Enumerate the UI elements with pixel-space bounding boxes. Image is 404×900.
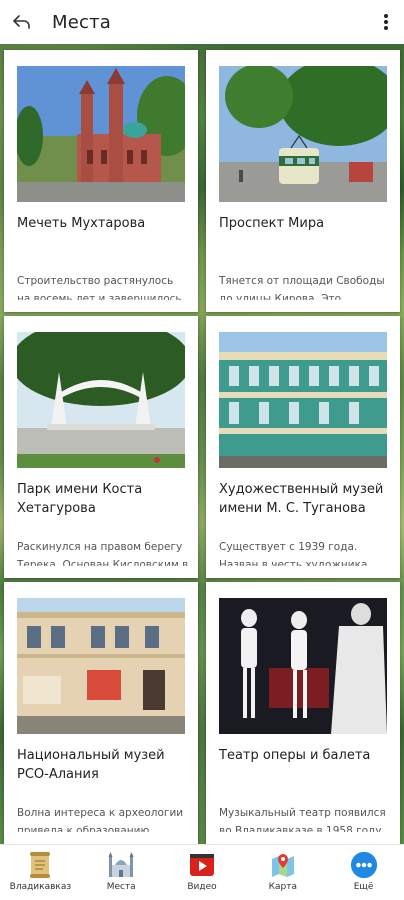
place-card[interactable]: Проспект Мира Тянется от площади Свободы… xyxy=(206,50,400,312)
nav-item-map[interactable]: Карта xyxy=(242,845,323,900)
nav-item-places[interactable]: Места xyxy=(81,845,162,900)
park-arch-photo xyxy=(17,332,185,468)
more-vertical-icon xyxy=(384,14,388,30)
place-card[interactable]: Театр оперы и балета Музыкальный театр п… xyxy=(206,582,400,844)
mosque-photo xyxy=(17,66,185,202)
nav-label: Места xyxy=(106,882,136,892)
nav-item-vladikavkaz[interactable]: Владикавказ xyxy=(0,845,81,900)
places-grid: Мечеть Мухтарова Строительство растянуло… xyxy=(0,44,404,844)
app-bar: Места xyxy=(0,0,404,44)
nav-item-more[interactable]: Ещё xyxy=(323,845,404,900)
bottom-navigation: Владикавказ Места Видео Карта Ещё xyxy=(0,844,404,900)
place-description: Волна интереса к археологии привела к об… xyxy=(17,807,184,832)
nav-label: Карта xyxy=(268,882,297,892)
overflow-menu-button[interactable] xyxy=(368,0,404,44)
art-museum-photo xyxy=(219,332,387,468)
nav-label: Владикавказ xyxy=(9,882,72,892)
nav-label: Видео xyxy=(187,882,217,892)
place-name: Театр оперы и балета xyxy=(219,748,371,763)
place-card[interactable]: Художественный музей имени М. С. Туганов… xyxy=(206,316,400,578)
avenue-tram-photo xyxy=(219,66,387,202)
place-name: Художественный музей имени М. С. Туганов… xyxy=(219,482,384,516)
place-description: Раскинулся на правом берегу Терека. Осно… xyxy=(17,541,189,566)
national-museum-photo xyxy=(17,598,185,734)
place-name: Проспект Мира xyxy=(219,216,325,231)
place-description: Существует с 1939 года. Назван в честь х… xyxy=(219,541,371,566)
nav-item-video[interactable]: Видео xyxy=(162,845,243,900)
page-title: Места xyxy=(52,11,112,33)
place-card[interactable]: Парк имени Коста Хетагурова Раскинулся н… xyxy=(4,316,198,578)
place-name: Парк имени Коста Хетагурова xyxy=(17,482,143,516)
back-button[interactable] xyxy=(2,0,42,44)
place-card[interactable]: Мечеть Мухтарова Строительство растянуло… xyxy=(4,50,198,312)
mosque-icon xyxy=(107,851,135,879)
place-description: Музыкальный театр появился во Владикавка… xyxy=(219,807,386,832)
ballet-photo xyxy=(219,598,387,734)
place-name: Мечеть Мухтарова xyxy=(17,216,146,231)
place-description: Тянется от площади Свободы до улицы Киро… xyxy=(219,275,385,300)
place-card[interactable]: Национальный музей РСО-Алания Волна инте… xyxy=(4,582,198,844)
place-name: Национальный музей РСО-Алания xyxy=(17,748,165,782)
nav-label: Ещё xyxy=(353,882,374,892)
scroll-icon xyxy=(26,851,54,879)
map-pin-icon xyxy=(269,851,297,879)
place-description: Строительство растянулось на восемь лет … xyxy=(17,275,182,300)
back-arrow-icon xyxy=(13,15,30,29)
more-dots-icon xyxy=(350,851,378,879)
video-icon xyxy=(188,851,216,879)
